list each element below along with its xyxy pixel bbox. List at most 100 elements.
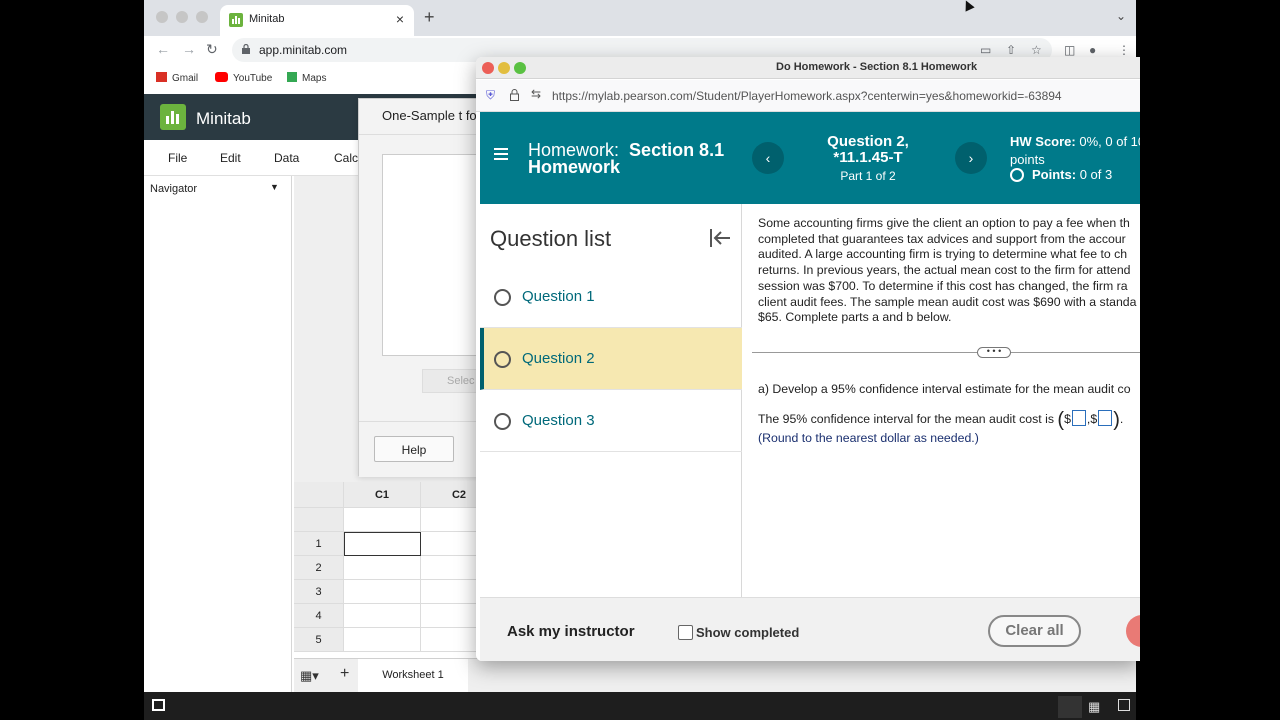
cell-r3-c1[interactable] [344, 580, 421, 604]
clear-all-button[interactable]: Clear all [988, 615, 1081, 647]
question-body: Some accounting firms give the client an… [744, 204, 1140, 597]
cell-r1-c1[interactable] [344, 532, 421, 556]
new-tab-button[interactable]: + [424, 7, 435, 28]
question-item-label: Question 1 [522, 288, 595, 305]
ci-dollar-lower: $ [1064, 412, 1071, 426]
expand-handle[interactable]: • • • [977, 347, 1011, 358]
ask-instructor-button[interactable]: Ask my instructor [507, 623, 635, 640]
homework-banner: Homework: Section 8.1 Homework ‹ Questio… [480, 112, 1140, 204]
row-header: 1 [294, 532, 344, 556]
question-item-1[interactable]: Question 1 [480, 266, 742, 328]
pearson-url: https://mylab.pearson.com/Student/Player… [552, 89, 1062, 103]
bookmark-maps[interactable]: Maps [287, 72, 326, 84]
minitab-app-name: Minitab [196, 109, 251, 128]
pearson-zoom-button[interactable] [514, 62, 526, 74]
worksheet-grid-menu-icon[interactable]: ▦▾ [300, 668, 319, 684]
row-header: 2 [294, 556, 344, 580]
pearson-url-bar[interactable]: ⛨ ⇆ https://mylab.pearson.com/Student/Pl… [476, 80, 1140, 112]
column-name-cell-c1[interactable] [344, 508, 421, 532]
browser-tab-minitab[interactable]: Minitab × [220, 5, 414, 36]
minitab-favicon-icon [229, 13, 243, 27]
reload-icon[interactable]: ↻ [206, 41, 218, 58]
back-arrow-icon[interactable]: ← [156, 41, 170, 57]
tab-search-chevron-icon[interactable]: ⌄ [1116, 9, 1126, 23]
dialog-title: One-Sample t fo [382, 108, 477, 123]
points-ring-icon [1010, 168, 1024, 182]
pearson-title-bar: Do Homework - Section 8.1 Homework [476, 57, 1140, 79]
cell-r2-c1[interactable] [344, 556, 421, 580]
status-ring-icon [494, 413, 511, 430]
add-worksheet-icon[interactable]: + [340, 665, 349, 683]
cell-r4-c1[interactable] [344, 604, 421, 628]
tab-title: Minitab [249, 13, 285, 25]
column-name-row [294, 508, 344, 532]
question-title: Question 2, *11.1.45-T [827, 133, 909, 166]
cell-r5-c1[interactable] [344, 628, 421, 652]
bookmark-youtube[interactable]: YouTube [215, 72, 272, 84]
bookmark-gmail[interactable]: Gmail [156, 72, 198, 84]
pearson-minimize-button[interactable] [498, 62, 510, 74]
profile-avatar-icon[interactable]: ● [1089, 43, 1096, 57]
bottom-status-bar: ▦ [144, 692, 1136, 720]
navigator-label: Navigator [150, 183, 198, 195]
ci-upper-input[interactable] [1098, 410, 1113, 426]
collapse-panel-icon[interactable] [709, 228, 731, 248]
part-a-prompt: a) Develop a 95% confidence interval est… [758, 382, 1131, 396]
worksheet-tab[interactable]: Worksheet 1 [358, 659, 468, 692]
sidebar-toggle-icon[interactable] [152, 699, 165, 711]
window-minimize-button[interactable] [176, 11, 188, 23]
hw-score-label: HW Score: [1010, 134, 1076, 149]
browser-menu-icon[interactable]: ⋮ [1118, 43, 1130, 57]
layout-full-icon[interactable] [1118, 699, 1130, 711]
help-button[interactable]: Help [374, 436, 454, 462]
forward-arrow-icon[interactable]: → [182, 41, 196, 57]
show-completed-toggle[interactable]: Show completed [678, 625, 799, 640]
row-header: 5 [294, 628, 344, 652]
question-divider [752, 352, 1140, 353]
status-ring-icon [494, 289, 511, 306]
points-value: 0 of 3 [1079, 167, 1113, 182]
next-question-button[interactable]: › [955, 142, 987, 174]
ci-prefix: The 95% confidence interval for the mean… [758, 412, 1054, 426]
row-header: 4 [294, 604, 344, 628]
menu-edit[interactable]: Edit [220, 151, 241, 165]
previous-question-button[interactable]: ‹ [752, 142, 784, 174]
status-ring-icon [494, 351, 511, 368]
gmail-icon [156, 72, 167, 82]
question-list-panel: Question list Question 1 Question 2 Ques… [480, 204, 742, 597]
menu-calc[interactable]: Calc [334, 151, 358, 165]
navigator-dropdown-icon[interactable]: ▼ [270, 182, 279, 192]
tab-close-icon[interactable]: × [396, 11, 404, 27]
clipboard-icon[interactable]: ▭ [980, 43, 991, 57]
question-item-3[interactable]: Question 3 [480, 390, 742, 452]
youtube-icon [215, 72, 228, 82]
grid-corner [294, 482, 344, 508]
column-header-c1[interactable]: C1 [344, 482, 421, 508]
worksheet-tab-bar: ▦▾ + Worksheet 1 [294, 658, 1136, 692]
show-completed-label: Show completed [696, 625, 800, 640]
ci-lower-input[interactable] [1071, 410, 1086, 426]
layout-single-icon[interactable] [1058, 696, 1082, 718]
ci-period: . [1119, 412, 1124, 426]
show-completed-checkbox[interactable] [678, 625, 693, 640]
window-zoom-button[interactable] [196, 11, 208, 23]
select-button[interactable]: Selec [422, 369, 482, 393]
rounding-note: (Round to the nearest dollar as needed.) [758, 431, 979, 445]
menu-file[interactable]: File [168, 151, 187, 165]
permissions-icon: ⇆ [531, 87, 542, 101]
bookmark-star-icon[interactable]: ☆ [1031, 43, 1042, 57]
window-close-button[interactable] [156, 11, 168, 23]
minitab-logo-icon [160, 104, 186, 130]
check-answer-button[interactable] [1126, 615, 1140, 647]
pearson-close-button[interactable] [482, 62, 494, 74]
menu-data[interactable]: Data [274, 151, 299, 165]
hamburger-menu-icon[interactable] [494, 148, 508, 160]
screen: Minitab × + ⌄ ← → ↻ app.minitab.com ▭ ⇧ … [0, 0, 1280, 720]
ci-dollar-upper: $ [1090, 412, 1098, 426]
hw-score: HW Score: 0%, 0 of 10 points [1010, 133, 1140, 169]
layout-grid-icon[interactable]: ▦ [1088, 699, 1100, 715]
question-item-2[interactable]: Question 2 [480, 328, 742, 390]
side-panel-icon[interactable]: ◫ [1064, 43, 1075, 57]
share-icon[interactable]: ⇧ [1006, 43, 1016, 57]
homework-footer: Ask my instructor Show completed Clear a… [480, 597, 1140, 661]
